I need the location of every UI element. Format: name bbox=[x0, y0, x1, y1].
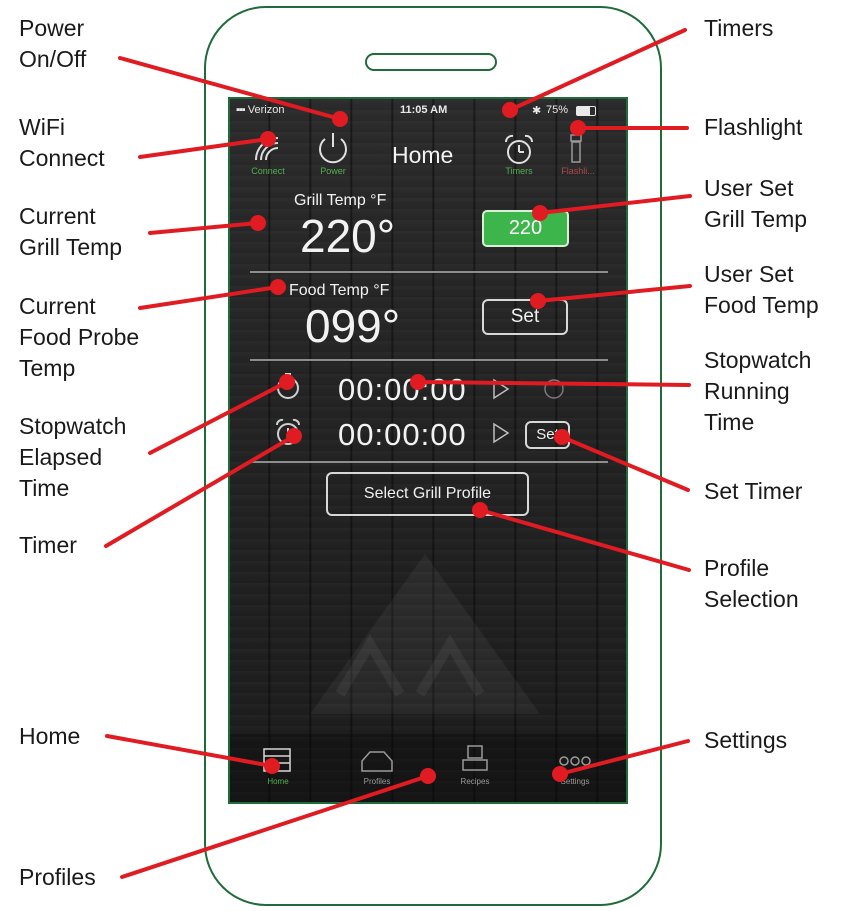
timer-play-button[interactable] bbox=[491, 422, 511, 449]
grill-temp-value: 220° bbox=[300, 210, 396, 262]
tab-profiles-label: Profiles bbox=[363, 777, 391, 786]
divider-1 bbox=[250, 271, 608, 273]
select-grill-profile-button[interactable]: Select Grill Profile bbox=[326, 472, 529, 516]
tab-settings[interactable] bbox=[558, 754, 592, 772]
food-temp-label: Food Temp °F bbox=[289, 282, 390, 299]
flashlight-label: Flashli... bbox=[561, 166, 595, 176]
more-dots-icon bbox=[559, 756, 591, 766]
tab-settings-label: Settings bbox=[560, 777, 590, 786]
callout-current-food-probe-temp: Current Food Probe Temp bbox=[19, 293, 140, 381]
food-temp-value: 099° bbox=[305, 300, 401, 352]
battery-percent: 75% bbox=[546, 104, 569, 116]
play-icon bbox=[493, 378, 510, 400]
callout-power: Power On/Off bbox=[19, 15, 87, 72]
recipes-tab-icon bbox=[462, 745, 488, 771]
tab-recipes-label: Recipes bbox=[460, 777, 490, 786]
stopwatch-reset-button[interactable] bbox=[542, 377, 566, 406]
timer-alarm-icon bbox=[274, 417, 302, 452]
callout-stopwatch-elapsed-time: Stopwatch Elapsed Time bbox=[19, 413, 127, 501]
power-icon bbox=[319, 133, 347, 164]
profiles-tab-icon bbox=[361, 751, 393, 772]
power-button[interactable] bbox=[316, 129, 350, 170]
divider-2 bbox=[250, 359, 608, 361]
app-screen: ▪▪▪ Verizon 11:05 AM ✱ 75% Connect Power… bbox=[228, 97, 628, 804]
play-icon bbox=[493, 422, 510, 444]
connect-label: Connect bbox=[251, 166, 285, 176]
stopwatch-time: 00:00:00 bbox=[338, 372, 467, 407]
tab-recipes[interactable] bbox=[460, 744, 490, 779]
page-title: Home bbox=[392, 142, 454, 168]
callout-timer: Timer bbox=[19, 532, 77, 558]
reset-icon bbox=[544, 379, 564, 399]
divider-3 bbox=[250, 461, 608, 463]
wifi-icon bbox=[255, 137, 279, 161]
callout-profiles: Profiles bbox=[19, 864, 96, 890]
callout-settings: Settings bbox=[704, 727, 788, 753]
callout-home: Home bbox=[19, 723, 81, 749]
annotated-app-diagram: Power On/Off WiFi Connect Current Grill … bbox=[0, 0, 854, 911]
alarm-clock-icon bbox=[504, 134, 534, 164]
callout-current-grill-temp: Current Grill Temp bbox=[19, 203, 123, 260]
tab-home[interactable] bbox=[262, 747, 294, 773]
set-timer-button[interactable]: Set bbox=[525, 421, 570, 449]
callout-user-set-grill-temp: User Set Grill Temp bbox=[704, 175, 808, 232]
timers-label: Timers bbox=[505, 166, 533, 176]
callout-flashlight: Flashlight bbox=[704, 114, 803, 140]
background-logo bbox=[310, 554, 540, 714]
tab-profiles[interactable] bbox=[360, 749, 394, 778]
timer-time: 00:00:00 bbox=[338, 417, 467, 452]
carrier-status: ▪▪▪ Verizon bbox=[236, 104, 285, 116]
callout-timers: Timers bbox=[704, 15, 774, 41]
callout-user-set-food-temp: User Set Food Temp bbox=[704, 261, 819, 318]
wifi-connect-button[interactable] bbox=[252, 134, 286, 167]
clock: 11:05 AM bbox=[400, 104, 448, 116]
stopwatch-icon bbox=[274, 371, 302, 406]
tab-home-label: Home bbox=[267, 777, 289, 786]
callout-wifi-connect: WiFi Connect bbox=[19, 114, 105, 171]
callout-set-timer: Set Timer bbox=[704, 478, 803, 504]
set-food-temp-button[interactable]: Set bbox=[482, 299, 568, 335]
phone-speaker bbox=[365, 53, 497, 71]
flashlight-button[interactable] bbox=[566, 133, 586, 170]
callout-stopwatch-running-time: Stopwatch Running Time bbox=[704, 347, 812, 435]
bluetooth-icon: ✱ bbox=[532, 105, 542, 117]
home-tab-icon bbox=[263, 748, 291, 772]
power-label: Power bbox=[320, 166, 346, 176]
carrier-name: Verizon bbox=[247, 104, 285, 116]
grill-temp-label: Grill Temp °F bbox=[294, 192, 387, 209]
callout-profile-selection: Profile Selection bbox=[704, 555, 799, 612]
set-grill-temp-button[interactable]: 220 bbox=[482, 210, 569, 247]
battery-icon bbox=[576, 106, 596, 116]
flashlight-icon bbox=[570, 134, 582, 163]
stopwatch-play-button[interactable] bbox=[491, 378, 511, 405]
